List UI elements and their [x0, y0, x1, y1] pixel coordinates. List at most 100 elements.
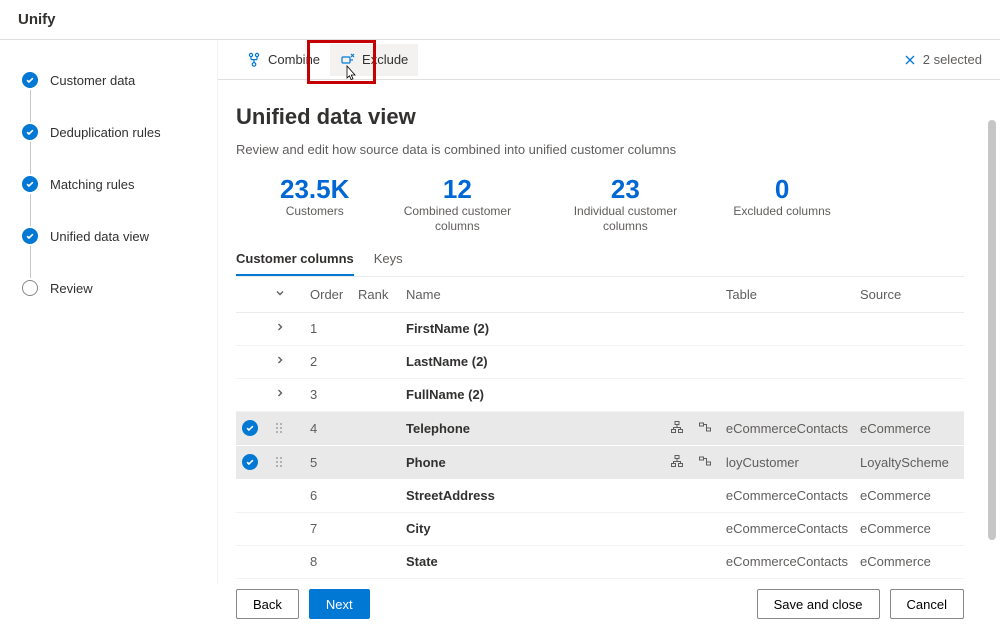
stat-label: Combined customer columns: [397, 204, 517, 235]
view-tabs: Customer columns Keys: [236, 243, 964, 277]
table-row[interactable]: 6StreetAddresseCommerceContactseCommerce: [236, 479, 964, 512]
cell-source: eCommerce: [854, 545, 964, 578]
cell-name: Telephone: [400, 411, 664, 445]
cell-table: eCommerceContacts: [720, 411, 854, 445]
row-checked-icon[interactable]: [242, 420, 258, 436]
wizard-step[interactable]: Matching rules: [0, 174, 217, 194]
expand-row-icon[interactable]: [274, 387, 286, 399]
step-label: Unified data view: [50, 229, 149, 244]
wizard-step[interactable]: Customer data: [0, 70, 217, 90]
stat-value: 12: [397, 175, 517, 204]
hierarchy-icon[interactable]: [670, 454, 686, 468]
stat-value: 23: [565, 175, 685, 204]
th-order[interactable]: Order: [304, 277, 352, 313]
table-row[interactable]: 3 FullName (2): [236, 378, 964, 411]
check-icon: [22, 228, 38, 244]
cell-source: eCommerce: [854, 512, 964, 545]
wizard-step[interactable]: Deduplication rules: [0, 122, 217, 142]
main-panel: Combine Exclude 2 selected Uni: [218, 40, 1000, 584]
cell-order: 3: [304, 378, 352, 411]
row-checked-icon[interactable]: [242, 454, 258, 470]
cell-rank: [352, 445, 400, 479]
page-header: Unify: [0, 0, 1000, 40]
combine-button[interactable]: Combine: [236, 44, 330, 76]
table-row[interactable]: 5PhoneloyCustomerLoyaltyScheme: [236, 445, 964, 479]
cell-table: eCommerceContacts: [720, 479, 854, 512]
cell-table: eCommerceContacts: [720, 512, 854, 545]
next-button[interactable]: Next: [309, 589, 370, 619]
cell-order: 8: [304, 545, 352, 578]
clear-selection-icon[interactable]: [903, 53, 917, 67]
back-button[interactable]: Back: [236, 589, 299, 619]
page-title: Unified data view: [236, 104, 964, 130]
combine-icon: [246, 52, 262, 68]
cell-name: FullName (2): [400, 378, 664, 411]
cell-order: 1: [304, 312, 352, 345]
stat-card: 23Individual customer columns: [541, 175, 709, 235]
th-rank[interactable]: Rank: [352, 277, 400, 313]
wizard-steps-sidebar: Customer data Deduplication rules Matching…: [0, 40, 218, 584]
tab-customer-columns[interactable]: Customer columns: [236, 243, 354, 276]
table-row[interactable]: 2LastName (2): [236, 345, 964, 378]
th-name[interactable]: Name: [400, 277, 664, 313]
cell-table: [720, 345, 854, 378]
cell-source: [854, 312, 964, 345]
wizard-footer: Back Next Save and close Cancel: [218, 584, 1000, 624]
tab-keys[interactable]: Keys: [374, 243, 403, 276]
th-source[interactable]: Source: [854, 277, 964, 313]
cell-order: 7: [304, 512, 352, 545]
cell-name: FirstName (2): [400, 312, 664, 345]
cell-order: 6: [304, 479, 352, 512]
stat-label: Customers: [280, 204, 349, 220]
hierarchy-icon[interactable]: [670, 420, 686, 434]
selection-count-label: 2 selected: [923, 52, 982, 67]
drag-handle-icon[interactable]: [274, 421, 298, 435]
save-and-close-button[interactable]: Save and close: [757, 589, 880, 619]
cell-table: [720, 378, 854, 411]
content-scroll[interactable]: Unified data view Review and edit how so…: [218, 80, 1000, 584]
table-row[interactable]: 7CityeCommerceContactseCommerce: [236, 512, 964, 545]
cell-source: LoyaltyScheme: [854, 445, 964, 479]
exclude-button[interactable]: Exclude: [330, 44, 418, 76]
expand-row-icon[interactable]: [274, 354, 286, 366]
app-title: Unify: [18, 11, 56, 28]
table-row[interactable]: 4TelephoneeCommerceContactseCommerce: [236, 411, 964, 445]
table-row[interactable]: 1 FirstName (2): [236, 312, 964, 345]
table-header-row: Order Rank Name Table Source: [236, 277, 964, 313]
expand-all-icon[interactable]: [274, 287, 286, 299]
cell-table: [720, 312, 854, 345]
cell-rank: [352, 411, 400, 445]
cell-name: State: [400, 545, 664, 578]
cell-name: Phone: [400, 445, 664, 479]
exclude-icon: [340, 52, 356, 68]
wizard-step[interactable]: Unified data view: [0, 226, 217, 246]
cell-rank: [352, 512, 400, 545]
scrollbar[interactable]: [986, 80, 998, 584]
drag-handle-icon[interactable]: [274, 455, 298, 469]
combine-label: Combine: [268, 52, 320, 67]
cell-table: eCommerceContacts: [720, 545, 854, 578]
check-icon: [22, 72, 38, 88]
expand-row-icon[interactable]: [274, 321, 286, 333]
cell-source: eCommerce: [854, 411, 964, 445]
exclude-label: Exclude: [362, 52, 408, 67]
wizard-step[interactable]: Review: [0, 278, 217, 298]
stat-value: 0: [733, 175, 830, 204]
stat-card: 12Combined customer columns: [373, 175, 541, 235]
step-label: Matching rules: [50, 177, 135, 192]
cell-source: eCommerce: [854, 479, 964, 512]
cell-rank: [352, 479, 400, 512]
selection-count[interactable]: 2 selected: [903, 52, 982, 67]
th-table[interactable]: Table: [720, 277, 854, 313]
mapping-icon[interactable]: [698, 454, 714, 468]
cell-name: LastName (2): [400, 345, 664, 378]
check-icon: [22, 176, 38, 192]
mapping-icon[interactable]: [698, 420, 714, 434]
cell-order: 5: [304, 445, 352, 479]
stat-label: Individual customer columns: [565, 204, 685, 235]
cancel-button[interactable]: Cancel: [890, 589, 964, 619]
cell-rank: [352, 545, 400, 578]
stat-card: 23.5KCustomers: [236, 175, 373, 235]
table-row[interactable]: 8 State eCommerceContactseCommerce: [236, 545, 964, 578]
step-label: Customer data: [50, 73, 135, 88]
